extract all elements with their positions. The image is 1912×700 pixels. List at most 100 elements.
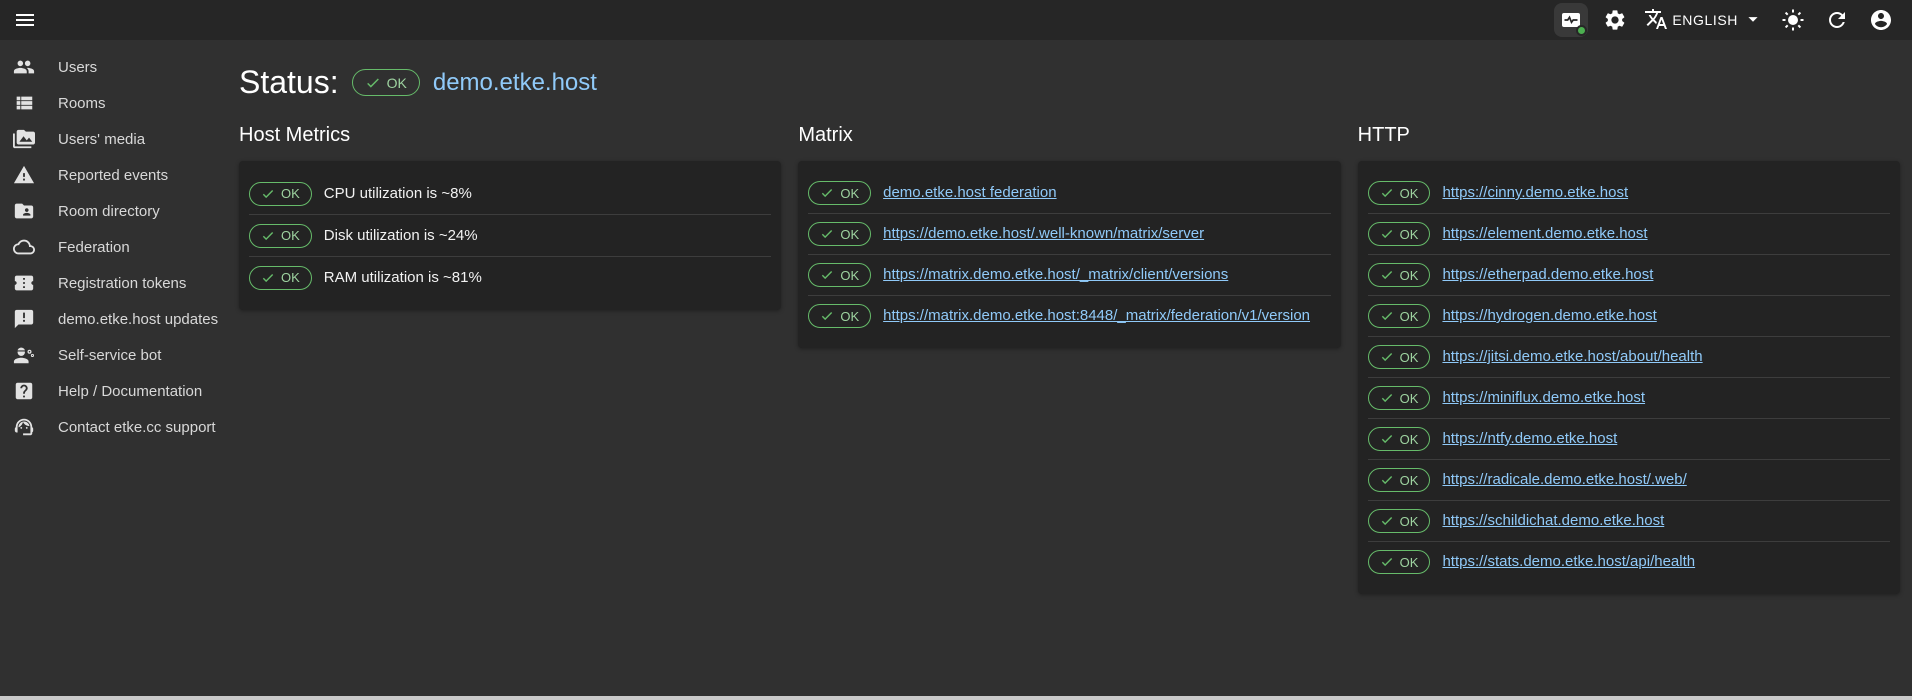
check-icon	[1380, 432, 1394, 446]
status-text: Disk utilization is ~24%	[324, 223, 478, 248]
section-http: HTTPOKhttps://cinny.demo.etke.hostOKhttp…	[1358, 124, 1900, 594]
status-link[interactable]: https://jitsi.demo.etke.host/about/healt…	[1442, 347, 1702, 367]
check-icon	[261, 187, 275, 201]
status-link[interactable]: https://demo.etke.host/.well-known/matri…	[883, 224, 1204, 244]
help-icon	[13, 380, 35, 402]
refresh-icon[interactable]	[1820, 3, 1854, 37]
status-row: OKhttps://matrix.demo.etke.host/_matrix/…	[808, 254, 1330, 295]
support-agent-icon	[13, 416, 35, 438]
brightness-icon[interactable]	[1776, 3, 1810, 37]
account-circle-icon[interactable]	[1864, 3, 1898, 37]
status-link[interactable]: https://radicale.demo.etke.host/.web/	[1442, 470, 1686, 490]
status-link[interactable]: https://etherpad.demo.etke.host	[1442, 265, 1653, 285]
ok-chip: OK	[1368, 345, 1431, 369]
status-row: OK https://stats.demo.etke.host/api/healt…	[1368, 541, 1890, 582]
sidebar-item-label: Federation	[58, 239, 130, 256]
status-row: OKhttps://element.demo.etke.host	[1368, 213, 1890, 254]
section-matrix: MatrixOKdemo.etke.host federationOKhttps…	[798, 124, 1340, 348]
ok-chip: OK	[808, 222, 871, 246]
section-host-metrics: Host MetricsOKCPU utilization is ~8%OKDi…	[239, 124, 781, 310]
sidebar-item-label: Help / Documentation	[58, 383, 202, 400]
check-icon	[365, 75, 381, 91]
sidebar-item-contact-etke-cc-support[interactable]: Contact etke.cc support	[0, 409, 220, 445]
ok-chip: OK	[808, 181, 871, 205]
announcement-icon	[13, 308, 35, 330]
horizontal-scrollbar[interactable]	[0, 696, 1912, 700]
status-link[interactable]: https://stats.demo.etke.host/api/health	[1442, 552, 1695, 572]
sidebar: Users Rooms Users' media Reported events Roo…	[0, 40, 220, 700]
check-icon	[1380, 350, 1394, 364]
sidebar-item-label: Reported events	[58, 167, 168, 184]
status-text: RAM utilization is ~81%	[324, 265, 482, 290]
ok-chip: OK	[1368, 181, 1431, 205]
status-dot	[1576, 25, 1587, 36]
status-row: OKhttps://matrix.demo.etke.host:8448/_ma…	[808, 295, 1330, 336]
status-ok-chip: OK	[352, 69, 420, 96]
check-icon	[820, 309, 834, 323]
sidebar-item-reported-events[interactable]: Reported events	[0, 157, 220, 193]
status-row: OKhttps://hydrogen.demo.etke.host	[1368, 295, 1890, 336]
bot-engineer-icon	[13, 344, 35, 366]
sidebar-item-label: Users	[58, 59, 97, 76]
token-icon	[13, 272, 35, 294]
status-row: OKhttps://etherpad.demo.etke.host	[1368, 254, 1890, 295]
media-icon	[13, 128, 35, 150]
check-icon	[1380, 268, 1394, 282]
ok-chip: OK	[1368, 550, 1431, 574]
status-row: OK https://demo.etke.host/.well-known/mat…	[808, 213, 1330, 254]
status-row: OK https://schildichat.demo.etke.host	[1368, 500, 1890, 541]
check-icon	[1380, 309, 1394, 323]
ok-chip: OK	[249, 224, 312, 248]
sidebar-item-label: Registration tokens	[58, 275, 186, 292]
sidebar-item-rooms[interactable]: Rooms	[0, 85, 220, 121]
check-icon	[820, 268, 834, 282]
status-link[interactable]: https://cinny.demo.etke.host	[1442, 183, 1628, 203]
cloud-icon	[13, 236, 35, 258]
sidebar-item-help-documentation[interactable]: Help / Documentation	[0, 373, 220, 409]
language-selector[interactable]: ENGLISH	[1642, 7, 1766, 34]
page-title: Status:	[239, 64, 339, 101]
ok-chip: OK	[1368, 427, 1431, 451]
status-link[interactable]: https://ntfy.demo.etke.host	[1442, 429, 1617, 449]
settings-gear-icon[interactable]	[1598, 3, 1632, 37]
users-icon	[13, 56, 35, 78]
status-link[interactable]: https://element.demo.etke.host	[1442, 224, 1647, 244]
status-text: CPU utilization is ~8%	[324, 181, 472, 206]
sidebar-item-registration-tokens[interactable]: Registration tokens	[0, 265, 220, 301]
server-status-icon[interactable]	[1554, 3, 1588, 37]
menu-icon[interactable]	[8, 3, 42, 37]
sidebar-item-room-directory[interactable]: Room directory	[0, 193, 220, 229]
status-link[interactable]: https://hydrogen.demo.etke.host	[1442, 306, 1656, 326]
status-link[interactable]: https://matrix.demo.etke.host:8448/_matr…	[883, 306, 1310, 326]
sidebar-item-demo-etke-host-updates[interactable]: demo.etke.host updates	[0, 301, 220, 337]
sidebar-item-federation[interactable]: Federation	[0, 229, 220, 265]
section-title: Matrix	[798, 124, 1340, 147]
status-row: OKhttps://radicale.demo.etke.host/.web/	[1368, 459, 1890, 500]
status-row: OK https://cinny.demo.etke.host	[1368, 173, 1890, 213]
status-row: OK https://ntfy.demo.etke.host	[1368, 418, 1890, 459]
check-icon	[261, 229, 275, 243]
folder-person-icon	[13, 200, 35, 222]
language-label: ENGLISH	[1672, 12, 1738, 28]
status-row: OKhttps://miniflux.demo.etke.host	[1368, 377, 1890, 418]
check-icon	[261, 271, 275, 285]
status-row: OK demo.etke.host federation	[808, 173, 1330, 213]
status-link[interactable]: https://matrix.demo.etke.host/_matrix/cl…	[883, 265, 1228, 285]
check-icon	[820, 186, 834, 200]
status-card: OKCPU utilization is ~8%OKDisk utilizati…	[239, 161, 781, 310]
sidebar-item-self-service-bot[interactable]: Self-service bot	[0, 337, 220, 373]
status-row: OK https://jitsi.demo.etke.host/about/hea…	[1368, 336, 1890, 377]
status-link[interactable]: https://schildichat.demo.etke.host	[1442, 511, 1664, 531]
check-icon	[1380, 555, 1394, 569]
check-icon	[1380, 227, 1394, 241]
sidebar-item-users-media[interactable]: Users' media	[0, 121, 220, 157]
sidebar-item-users[interactable]: Users	[0, 49, 220, 85]
status-link[interactable]: demo.etke.host federation	[883, 183, 1056, 203]
sidebar-item-label: Contact etke.cc support	[58, 419, 216, 436]
ok-chip: OK	[1368, 509, 1431, 533]
status-host-link[interactable]: demo.etke.host	[433, 69, 597, 97]
sidebar-item-label: Rooms	[58, 95, 106, 112]
main-content: Status: OK demo.etke.host Host MetricsOK…	[220, 40, 1912, 700]
rooms-list-icon	[13, 92, 35, 114]
status-link[interactable]: https://miniflux.demo.etke.host	[1442, 388, 1645, 408]
